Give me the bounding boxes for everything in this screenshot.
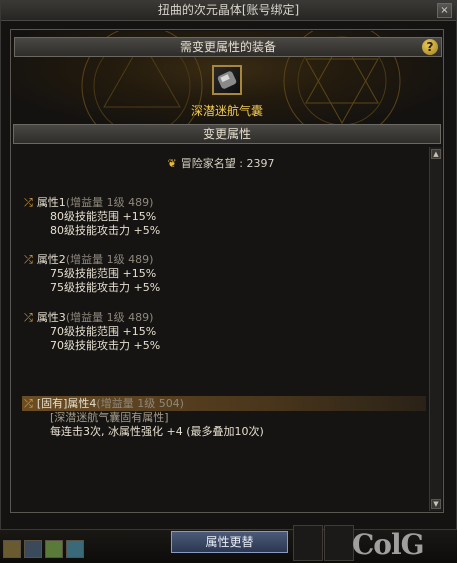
quick-slot[interactable] xyxy=(324,525,354,561)
quick-slot[interactable] xyxy=(293,525,323,561)
shuffle-icon: ⤮ xyxy=(24,253,33,266)
attribute-option-1[interactable]: ⤮ 属性1(增益量 1级 489) 80级技能范围 +15% 80级技能攻击力 +… xyxy=(24,195,160,238)
shortcut-icon[interactable] xyxy=(45,540,63,558)
reputation-emblem-icon: ❦ xyxy=(167,157,177,170)
fixed-attribute-title: [固有]属性4 xyxy=(36,397,97,410)
equipment-name: 深潜迷航气囊 xyxy=(190,104,263,118)
attribute-effect: 70级技能范围 +15% xyxy=(50,325,157,338)
fixed-attribute-source: [深潜迷航气囊固有属性] xyxy=(50,411,169,424)
attribute-gain: (增益量 1级 489) xyxy=(65,196,154,209)
close-icon[interactable]: × xyxy=(437,3,452,18)
attribute-title: 属性3 xyxy=(36,311,66,324)
attribute-gain: (增益量 1级 489) xyxy=(65,253,154,266)
settings-gear-icon[interactable] xyxy=(24,540,42,558)
shuffle-icon: ⤮ xyxy=(24,196,33,209)
shuffle-icon: ⤮ xyxy=(24,311,33,324)
attribute-effect: 75级技能范围 +15% xyxy=(50,267,157,280)
equip-section-header: 需变更属性的装备 ? xyxy=(14,37,442,57)
attribute-effect: 80级技能范围 +15% xyxy=(50,210,157,223)
reputation-text: 冒险家名望 : 2397 xyxy=(180,157,275,170)
scroll-down-icon[interactable]: ▼ xyxy=(431,499,441,509)
scroll-up-icon[interactable]: ▲ xyxy=(431,149,441,159)
inner-panel: 需变更属性的装备 ? 深潜迷航气囊 变更属性 ❦ 冒险家名望 : 2397 ⤮ 属性… xyxy=(10,29,444,513)
attribute-title: 属性2 xyxy=(36,253,66,266)
change-attribute-button[interactable]: 属性更替 xyxy=(171,531,288,553)
shuffle-icon: ⤮ xyxy=(24,397,33,410)
equipment-slot-icon[interactable] xyxy=(212,65,242,95)
attribute-title: 属性1 xyxy=(36,196,66,209)
shortcut-icon[interactable] xyxy=(66,540,84,558)
attribute-list: ❦ 冒险家名望 : 2397 ⤮ 属性1(增益量 1级 489) 80级技能范围 +… xyxy=(12,147,430,511)
attribute-option-3[interactable]: ⤮ 属性3(增益量 1级 489) 70级技能范围 +15% 70级技能攻击力 +… xyxy=(24,310,160,353)
watermark-logo: ColG xyxy=(352,528,425,561)
dimension-crystal-window: 扭曲的次元晶体[账号绑定] × 需变更属性的装备 ? 深潜迷航气囊 变更属性 ❦… xyxy=(0,0,457,530)
window-title: 扭曲的次元晶体[账号绑定] xyxy=(1,1,456,21)
equip-section-title: 需变更属性的装备 xyxy=(179,40,276,54)
attribute-effect: 80级技能攻击力 +5% xyxy=(50,224,161,237)
attribute-effect: 70级技能攻击力 +5% xyxy=(50,339,161,352)
attribute-effect: 75级技能攻击力 +5% xyxy=(50,281,161,294)
balloon-item-icon xyxy=(217,71,237,89)
fixed-attribute-gain: (增益量 1级 504) xyxy=(96,397,184,410)
shortcut-icon[interactable] xyxy=(3,540,21,558)
equipment-area: 需变更属性的装备 ? 深潜迷航气囊 xyxy=(12,31,442,125)
attribute-option-2[interactable]: ⤮ 属性2(增益量 1级 489) 75级技能范围 +15% 75级技能攻击力 +… xyxy=(24,252,160,295)
fixed-attribute-option[interactable]: ⤮ [固有]属性4(增益量 1级 504) [深潜迷航气囊固有属性] 每连击3次,… xyxy=(24,396,264,439)
attribute-gain: (增益量 1级 489) xyxy=(65,311,154,324)
reputation-line: ❦ 冒险家名望 : 2397 xyxy=(12,155,430,171)
change-section-header: 变更属性 xyxy=(13,124,441,144)
help-icon[interactable]: ? xyxy=(422,39,438,55)
fixed-attribute-effect: 每连击3次, 冰属性强化 +4 (最多叠加10次) xyxy=(50,425,264,438)
scrollbar[interactable]: ▲ ▼ xyxy=(429,147,442,511)
